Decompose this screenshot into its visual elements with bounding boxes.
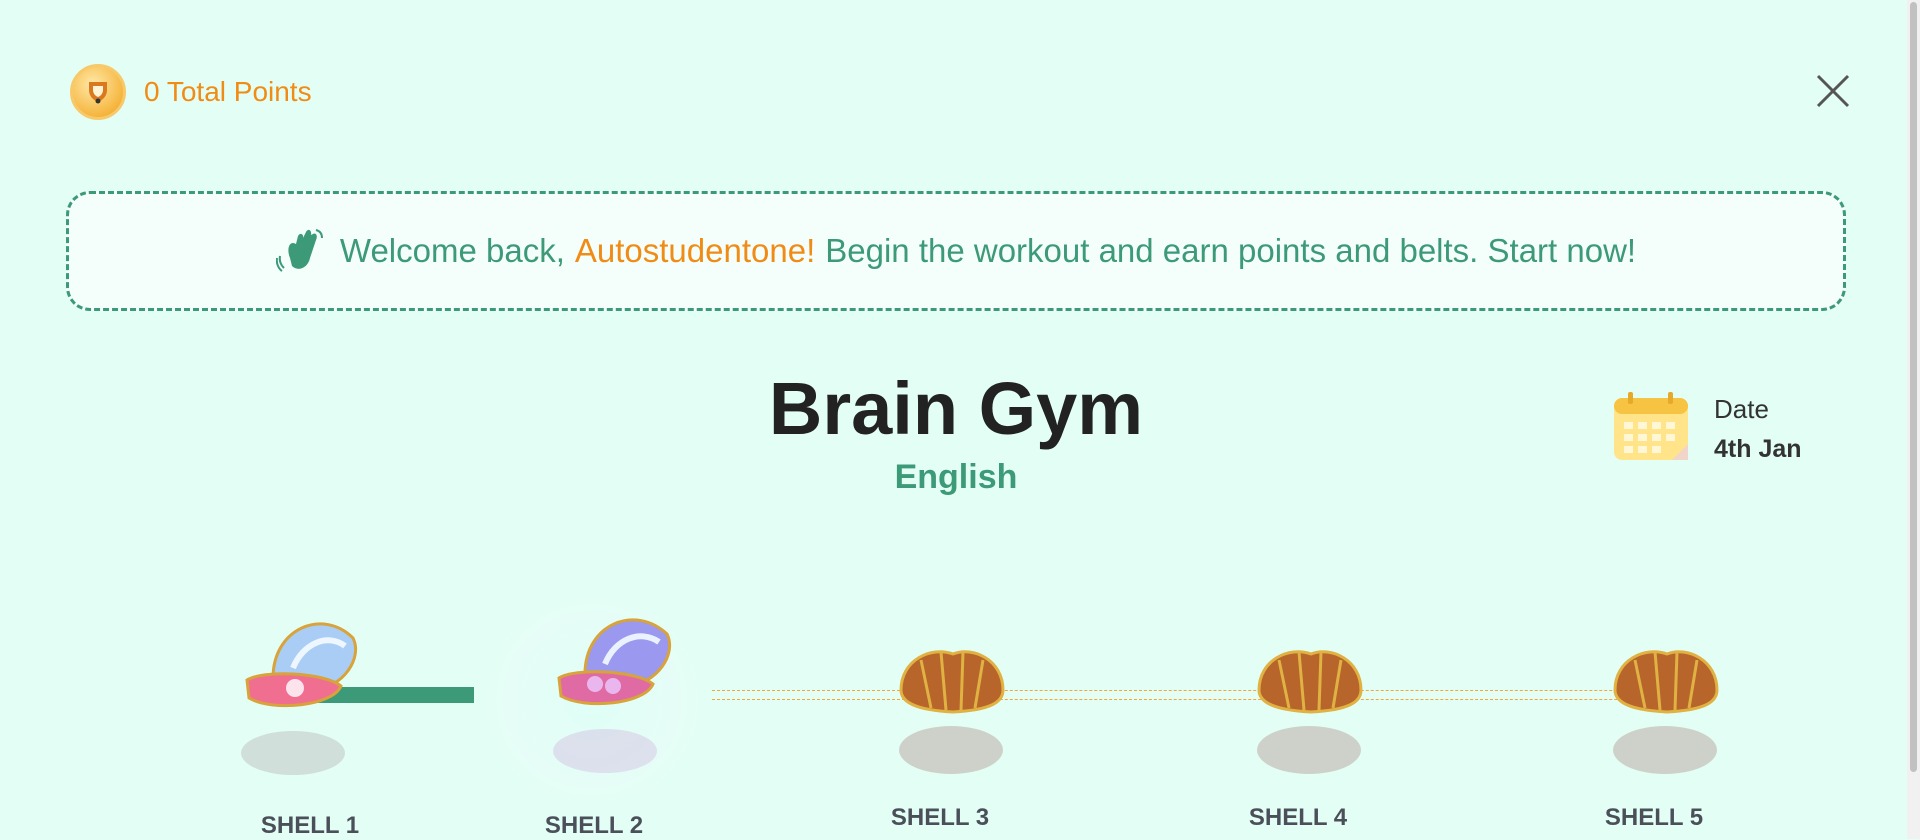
shell-1[interactable] (218, 608, 398, 808)
welcome-banner: Welcome back, Autostudentone! Begin the … (66, 191, 1846, 311)
waving-hand-icon (275, 228, 326, 274)
open-shell-pearl-icon (241, 622, 358, 775)
shell-2-label: SHELL 2 (544, 812, 644, 839)
calendar-icon (1612, 390, 1690, 467)
shell-1-label: SHELL 1 (260, 812, 360, 839)
closed-shell-icon (1613, 650, 1719, 774)
close-icon[interactable] (1814, 72, 1852, 110)
greeting-text: Welcome back, (339, 232, 565, 269)
closed-shell-icon (1257, 650, 1363, 774)
date-label: Date (1714, 393, 1769, 424)
shell-4-label: SHELL 4 (1248, 804, 1348, 831)
student-name: Autostudentone! (574, 232, 816, 269)
banner-message: Begin the workout and earn points and be… (825, 232, 1637, 269)
date-widget: Date 4th Jan (1612, 390, 1802, 467)
points-display: 0 Total Points (70, 64, 312, 120)
shell-2[interactable] (530, 606, 710, 806)
closed-shell-icon (899, 650, 1005, 774)
total-points-label: 0 Total Points (144, 76, 312, 107)
date-value: 4th Jan (1714, 434, 1802, 463)
trophy-coin-icon (70, 64, 126, 120)
close-button[interactable] (1814, 72, 1852, 110)
shell-5-label: SHELL 5 (1604, 804, 1704, 831)
open-shell-pearl-icon (553, 618, 672, 773)
shell-3-label: SHELL 3 (890, 804, 990, 831)
